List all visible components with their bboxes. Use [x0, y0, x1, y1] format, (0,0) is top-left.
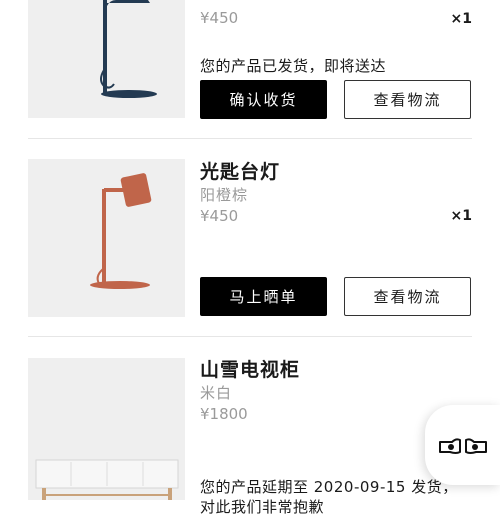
product-image[interactable]: [28, 358, 185, 500]
divider: [28, 138, 472, 139]
desk-lamp-navy-icon: [100, 0, 157, 98]
product-variant: 米白: [200, 384, 233, 402]
product-title[interactable]: 山雪电视柜: [200, 355, 300, 382]
product-title[interactable]: 光匙台灯: [200, 157, 280, 184]
floating-help-button[interactable]: [425, 405, 500, 485]
tv-cabinet-white-icon: [35, 459, 179, 500]
confirm-receipt-button[interactable]: 确认收货: [200, 80, 327, 119]
order-status-line2: 对此我们非常抱歉: [200, 498, 325, 516]
product-price: ¥450: [200, 207, 239, 225]
post-review-button[interactable]: 马上晒单: [200, 277, 327, 316]
pointing-hands-icon: [438, 438, 487, 454]
product-price: ¥450: [200, 9, 239, 27]
product-image[interactable]: [28, 0, 185, 118]
divider: [28, 336, 472, 337]
product-price: ¥1800: [200, 405, 248, 423]
order-status: 您的产品已发货，即将送达: [200, 57, 387, 75]
view-logistics-button[interactable]: 查看物流: [344, 277, 471, 316]
product-variant: 阳橙棕: [200, 186, 249, 204]
order-status: 您的产品延期至 2020-09-15 发货，: [200, 478, 458, 496]
product-quantity: ×1: [450, 11, 472, 27]
product-image[interactable]: [28, 159, 185, 317]
desk-lamp-orange-icon: [90, 173, 152, 289]
product-quantity: ×1: [450, 208, 472, 224]
view-logistics-button[interactable]: 查看物流: [344, 80, 471, 119]
